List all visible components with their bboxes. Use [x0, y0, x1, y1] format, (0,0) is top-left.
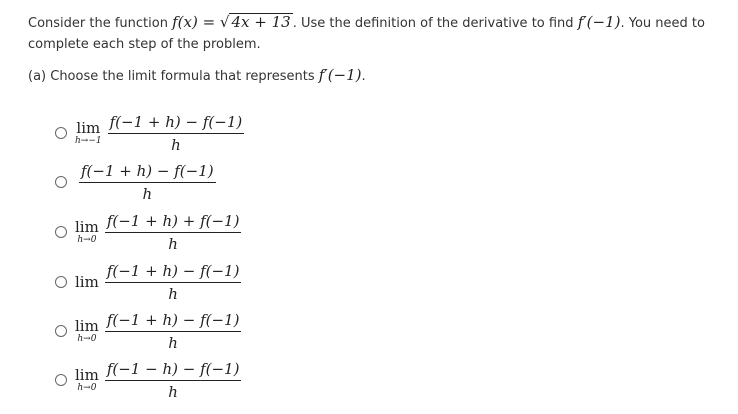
prompt-text-middle: . Use the definition of the derivative t…: [292, 16, 578, 31]
function-radicand: 4x + 13: [229, 13, 293, 31]
radio-button[interactable]: [55, 127, 67, 139]
limit-subscript: h→0: [77, 382, 97, 393]
difference-quotient: f(−1 + h) − f(−1) h: [104, 261, 242, 303]
limit-operator: lim h→0: [75, 365, 99, 393]
problem-statement: Consider the function f(x) = √ 4x + 13. U…: [28, 12, 728, 55]
limit-word: lim: [75, 272, 99, 291]
difference-quotient: f(−1 + h) − f(−1) h: [104, 310, 242, 352]
denominator: h: [168, 234, 178, 253]
radio-button[interactable]: [55, 374, 67, 386]
answer-option-6[interactable]: lim h→0 f(−1 − h) − f(−1) h: [55, 358, 242, 402]
difference-quotient: f(−1 + h) + f(−1) h: [104, 211, 242, 253]
limit-word: lim: [76, 118, 101, 137]
answer-option-2[interactable]: f(−1 + h) − f(−1) h: [55, 160, 216, 204]
part-a-label: (a) Choose the limit formula that repres…: [28, 69, 319, 84]
limit-subscript: h→0: [77, 333, 97, 344]
denominator: h: [142, 184, 153, 203]
difference-quotient: f(−1 + h) − f(−1) h: [107, 112, 245, 154]
denominator: h: [168, 382, 178, 401]
limit-word: lim: [75, 365, 99, 384]
part-a-target: f′(−1): [318, 66, 362, 84]
denominator: h: [168, 333, 178, 352]
numerator: f(−1 + h) − f(−1): [106, 261, 240, 280]
limit-operator: lim h→−1: [75, 118, 102, 146]
answer-option-4[interactable]: lim f(−1 + h) − f(−1) h: [55, 260, 242, 304]
limit-subscript: h→−1: [75, 135, 102, 146]
difference-quotient: f(−1 + h) − f(−1) h: [79, 162, 216, 203]
denominator: h: [171, 135, 181, 154]
limit-subscript: h→0: [77, 234, 97, 245]
numerator: f(−1 + h) − f(−1): [109, 112, 243, 131]
limit-operator: lim: [75, 272, 99, 291]
radio-button[interactable]: [55, 226, 67, 238]
radio-button[interactable]: [55, 176, 67, 188]
limit-word: lim: [75, 316, 99, 335]
sqrt-symbol: √: [219, 13, 230, 31]
limit-operator: lim h→0: [75, 316, 99, 344]
limit-operator: lim h→0: [75, 217, 99, 245]
numerator: f(−1 − h) − f(−1): [106, 359, 240, 378]
radio-button[interactable]: [55, 325, 67, 337]
function-lhs: f(x) =: [172, 13, 220, 31]
prompt-target: f′(−1): [577, 13, 621, 31]
numerator: f(−1 + h) − f(−1): [106, 310, 240, 329]
difference-quotient: f(−1 − h) − f(−1) h: [104, 359, 242, 401]
answer-option-5[interactable]: lim h→0 f(−1 + h) − f(−1) h: [55, 309, 242, 353]
prompt-text-before: Consider the function: [28, 16, 173, 31]
answer-option-1[interactable]: lim h→−1 f(−1 + h) − f(−1) h: [55, 111, 245, 155]
denominator: h: [168, 284, 178, 303]
limit-word: lim: [75, 217, 99, 236]
part-a-question: (a) Choose the limit formula that repres…: [28, 65, 366, 87]
numerator: f(−1 + h) − f(−1): [81, 161, 214, 180]
radio-button[interactable]: [55, 276, 67, 288]
answer-option-3[interactable]: lim h→0 f(−1 + h) + f(−1) h: [55, 210, 242, 254]
numerator: f(−1 + h) + f(−1): [106, 211, 240, 230]
part-a-end: .: [361, 69, 366, 84]
